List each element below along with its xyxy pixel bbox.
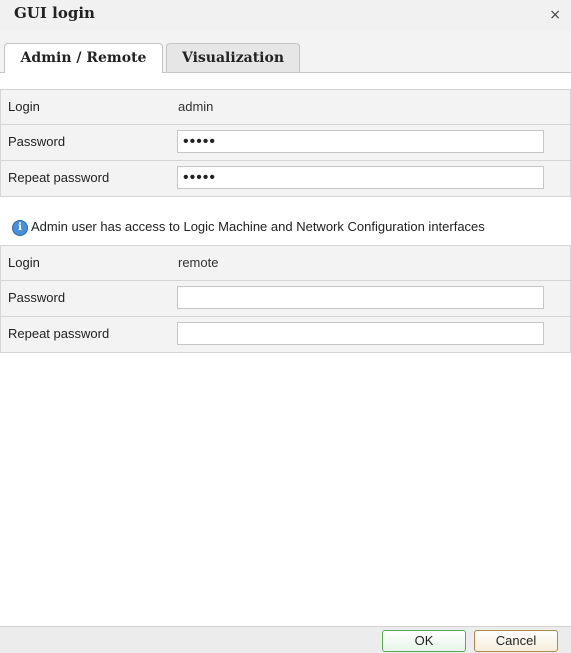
admin-repeat-password-label: Repeat password [8,170,110,185]
admin-login-value: admin [178,99,214,114]
admin-password-input[interactable]: ••••• [177,130,544,153]
admin-login-row: Login admin [0,89,571,125]
title-bar: GUI login × [0,0,571,30]
info-note: i Admin user has access to Logic Machine… [0,214,571,240]
remote-repeat-password-row: Repeat password [0,317,571,353]
ok-button[interactable]: OK [382,630,466,652]
admin-repeat-password-input[interactable]: ••••• [177,166,544,189]
admin-section: Login admin Password ••••• Repeat passwo… [0,89,571,197]
cancel-button[interactable]: Cancel [474,630,558,652]
admin-password-row: Password ••••• [0,125,571,161]
admin-password-label: Password [8,134,66,149]
remote-password-input[interactable] [177,286,544,309]
info-text: Admin user has access to Logic Machine a… [31,219,485,234]
remote-login-value: remote [178,255,219,270]
remote-login-row: Login remote [0,245,571,281]
tab-bar: Admin / Remote Visualization [0,30,571,73]
remote-repeat-password-input[interactable] [177,322,544,345]
remote-password-label: Password [8,290,66,305]
admin-login-label: Login [8,99,40,114]
tab-visualization[interactable]: Visualization [166,43,300,72]
info-icon: i [12,220,28,236]
remote-login-label: Login [8,255,40,270]
close-icon[interactable]: × [549,8,561,22]
remote-password-row: Password [0,281,571,317]
admin-repeat-password-row: Repeat password ••••• [0,161,571,197]
dialog-title: GUI login [14,4,95,22]
tab-admin-remote[interactable]: Admin / Remote [4,43,163,73]
remote-section: Login remote Password Repeat password [0,245,571,353]
remote-repeat-password-label: Repeat password [8,326,110,341]
dialog-footer: OK Cancel [0,626,571,653]
